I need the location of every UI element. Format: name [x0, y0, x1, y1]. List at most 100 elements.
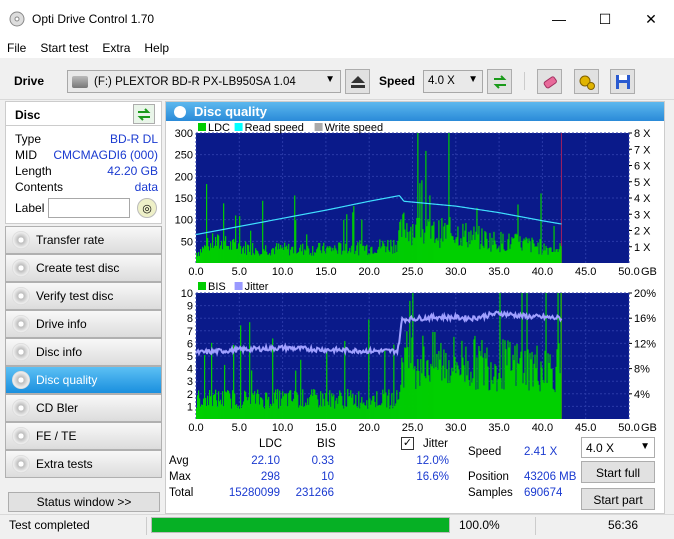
y-tick-label: 4 — [187, 364, 193, 376]
field-key: MID — [15, 148, 37, 162]
disc-quality-panel: Disc quality 0.0 5.0 10.0 15.0 20.0 25.0 30.0 3… — [165, 101, 665, 514]
avg-jitter: 12.0% — [416, 455, 449, 467]
nav-item-label: Transfer rate — [36, 233, 105, 247]
chevron-down-icon: ▼ — [325, 74, 335, 85]
legend-label: BIS — [208, 282, 226, 293]
nav-item-drive-info[interactable]: Drive info — [5, 310, 162, 338]
disc-contents-row: Contents data — [15, 180, 158, 196]
y-tick-label: 9 — [187, 301, 193, 313]
settings-button[interactable] — [574, 69, 599, 94]
x-tick-label: 30.0 — [445, 266, 466, 278]
disc-icon — [174, 105, 186, 118]
disc-label-input[interactable] — [48, 198, 130, 218]
disc-icon — [12, 399, 30, 417]
position-value: 43206 MB — [524, 471, 577, 483]
avg-label: Avg — [169, 455, 189, 467]
start-full-button[interactable]: Start full — [581, 461, 655, 483]
refresh-disc-button[interactable] — [133, 104, 155, 124]
nav-item-label: Drive info — [36, 317, 87, 331]
close-button[interactable]: ✕ — [628, 0, 674, 38]
x-tick-label: 50.0 — [618, 266, 639, 278]
nav-item-label: Create test disc — [36, 261, 120, 275]
speed-select[interactable]: 4.0 X ▼ — [423, 70, 483, 93]
start-part-button[interactable]: Start part — [581, 488, 655, 510]
jitter-checkbox[interactable]: ✓ — [401, 437, 414, 450]
nav-item-label: Disc info — [36, 345, 83, 359]
refresh-speed-button[interactable] — [487, 69, 512, 94]
chevron-down-icon: ▼ — [468, 74, 478, 85]
panel-title: Disc quality — [194, 104, 267, 119]
x-tick-label: 20.0 — [358, 266, 379, 278]
maximize-button[interactable]: ☐ — [582, 0, 628, 38]
y-right-tick-label: 5 X — [634, 177, 651, 189]
nav-item-fe-te[interactable]: FE / TE — [5, 422, 162, 450]
menu-bar: File Start test Extra Help — [0, 38, 674, 58]
menu-start-test[interactable]: Start test — [33, 41, 95, 55]
nav-item-label: Verify test disc — [36, 289, 114, 303]
nav-item-verify-test-disc[interactable]: Verify test disc — [5, 282, 162, 310]
y-tick-label: 150 — [175, 193, 193, 205]
app-icon — [9, 11, 25, 27]
disc-type-row: Type BD-R DL — [15, 132, 158, 148]
speed-label: Speed — [379, 74, 416, 88]
menu-help[interactable]: Help — [137, 41, 176, 55]
nav-item-disc-quality[interactable]: Disc quality — [5, 366, 162, 394]
x-tick-label: 45.0 — [575, 266, 596, 278]
legend-label: LDC — [208, 122, 230, 134]
jitter-label: Jitter — [423, 438, 448, 450]
max-jitter: 16.6% — [416, 471, 449, 483]
nav-item-disc-info[interactable]: Disc info — [5, 338, 162, 366]
x-tick-label: 10.0 — [272, 266, 293, 278]
bar — [540, 193, 542, 263]
menu-extra[interactable]: Extra — [95, 41, 137, 55]
disc-mid-row: MID CMCMAGDI6 (000) — [15, 148, 158, 164]
x-tick-label: 30.0 — [445, 422, 466, 434]
eject-button[interactable] — [345, 69, 370, 94]
test-speed-select[interactable]: 4.0 X ▼ — [581, 437, 655, 458]
legend-swatch — [314, 123, 323, 131]
y-right-tick-label: 4% — [634, 389, 650, 401]
y-tick-label: 10 — [181, 288, 193, 300]
y-tick-label: 6 — [187, 338, 193, 350]
nav-item-transfer-rate[interactable]: Transfer rate — [5, 226, 162, 254]
nav-item-cd-bler[interactable]: CD Bler — [5, 394, 162, 422]
x-tick-label: 40.0 — [532, 422, 553, 434]
menu-file[interactable]: File — [0, 41, 33, 55]
total-ldc: 15280099 — [228, 487, 280, 499]
y-right-tick-label: 4 X — [634, 193, 651, 205]
y-right-tick-label: 3 X — [634, 209, 651, 221]
y-right-tick-label: 6 X — [634, 161, 651, 173]
x-axis-unit: GB — [641, 266, 657, 278]
legend-label: Write speed — [325, 122, 384, 134]
y-right-tick-label: 8 X — [634, 128, 651, 140]
nav-item-create-test-disc[interactable]: Create test disc — [5, 254, 162, 282]
samples-label: Samples — [468, 487, 513, 499]
drive-select[interactable]: (F:) PLEXTOR BD-R PX-LB950SA 1.04 ▼ — [67, 70, 341, 93]
minimize-button[interactable]: — — [536, 0, 582, 38]
eraser-icon — [543, 75, 557, 88]
x-tick-label: 0.0 — [188, 266, 203, 278]
window-title: Opti Drive Control 1.70 — [32, 12, 155, 26]
bis-jitter-chart: 0.0 5.0 10.0 15.0 20.0 25.0 30.0 35.0 40.0 45.0 50… — [181, 282, 657, 434]
legend-label: Jitter — [245, 282, 269, 293]
apply-label-button[interactable]: ◎ — [137, 198, 157, 218]
x-tick-label: 35.0 — [488, 266, 509, 278]
status-window-button[interactable]: Status window >> — [8, 492, 160, 512]
x-tick-label: 10.0 — [272, 422, 293, 434]
status-bar: Test completed 100.0% 56:36 — [0, 514, 674, 539]
speed-value: 2.41 X — [524, 446, 558, 458]
sidebar: Disc Type BD-R DL MID CMCMAGDI6 (000) Leng… — [5, 101, 162, 514]
disc-info-panel: Type BD-R DL MID CMCMAGDI6 (000) Length 42.… — [5, 126, 162, 224]
erase-button[interactable] — [537, 69, 562, 94]
disc-icon — [12, 455, 30, 473]
y-right-tick-label: 16% — [634, 313, 656, 325]
avg-bis: 0.33 — [311, 455, 334, 467]
save-icon — [615, 74, 630, 89]
nav-item-extra-tests[interactable]: Extra tests — [5, 450, 162, 478]
field-key: Contents — [15, 180, 64, 194]
x-tick-label: 5.0 — [232, 422, 247, 434]
save-button[interactable] — [610, 69, 635, 94]
y-right-tick-label: 12% — [634, 338, 656, 350]
speed-label: Speed — [468, 446, 502, 458]
bar — [560, 293, 562, 419]
